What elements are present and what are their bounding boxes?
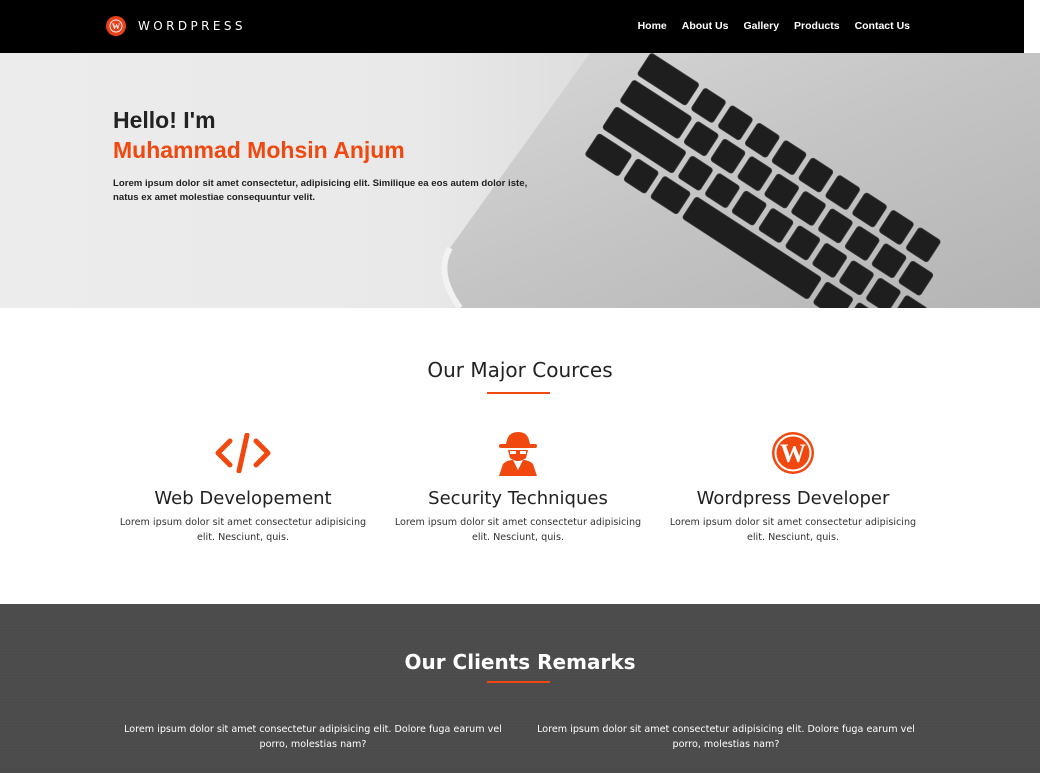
nav-link-home[interactable]: Home <box>638 20 667 32</box>
brand-name: WORDPRESS <box>138 19 246 33</box>
wordpress-icon: W <box>663 430 923 476</box>
nav-link-gallery[interactable]: Gallery <box>743 20 779 32</box>
course-title: Web Developement <box>154 488 332 509</box>
navbar: W WORDPRESS Home About Us Gallery Produc… <box>0 0 1024 53</box>
nav-links: Home About Us Gallery Products Contact U… <box>623 20 910 32</box>
wordpress-icon: W <box>106 16 126 36</box>
nav-link-products[interactable]: Products <box>794 20 840 32</box>
hero-description: Lorem ipsum dolor sit amet consectetur, … <box>113 178 528 203</box>
client-remark: Lorem ipsum dolor sit amet consectetur a… <box>537 724 915 750</box>
remarks-title-underline <box>487 681 550 683</box>
course-title: Security Techniques <box>428 488 608 509</box>
hero-name: Muhammad Mohsin Anjum <box>113 137 405 163</box>
course-title: Wordpress Developer <box>696 488 890 509</box>
course-card-web: Web Developement Lorem ipsum dolor sit a… <box>113 430 373 545</box>
hero-section: Hello! I'm Muhammad Mohsin Anjum Lorem i… <box>0 53 1040 308</box>
course-card-wordpress: W Wordpress Developer Lorem ipsum dolor … <box>663 430 923 545</box>
remarks-section: Our Clients Remarks Lorem ipsum dolor si… <box>0 604 1040 773</box>
course-card-security: Security Techniques Lorem ipsum dolor si… <box>388 430 648 545</box>
svg-text:W: W <box>112 22 121 31</box>
courses-title-underline <box>487 392 550 394</box>
spy-icon <box>388 430 648 476</box>
course-description: Lorem ipsum dolor sit amet consectetur a… <box>119 517 367 543</box>
hero-greeting: Hello! I'm <box>113 107 216 133</box>
course-description: Lorem ipsum dolor sit amet consectetur a… <box>394 517 642 543</box>
course-description: Lorem ipsum dolor sit amet consectetur a… <box>669 517 917 543</box>
nav-link-about-us[interactable]: About Us <box>682 20 729 32</box>
brand[interactable]: W WORDPRESS <box>106 16 246 36</box>
client-remark: Lorem ipsum dolor sit amet consectetur a… <box>124 724 502 750</box>
remarks-title: Our Clients Remarks <box>404 650 636 674</box>
courses-title: Our Major Cources <box>427 358 613 382</box>
nav-link-contact-us[interactable]: Contact Us <box>855 20 910 32</box>
svg-text:W: W <box>780 439 806 468</box>
code-icon <box>113 430 373 476</box>
